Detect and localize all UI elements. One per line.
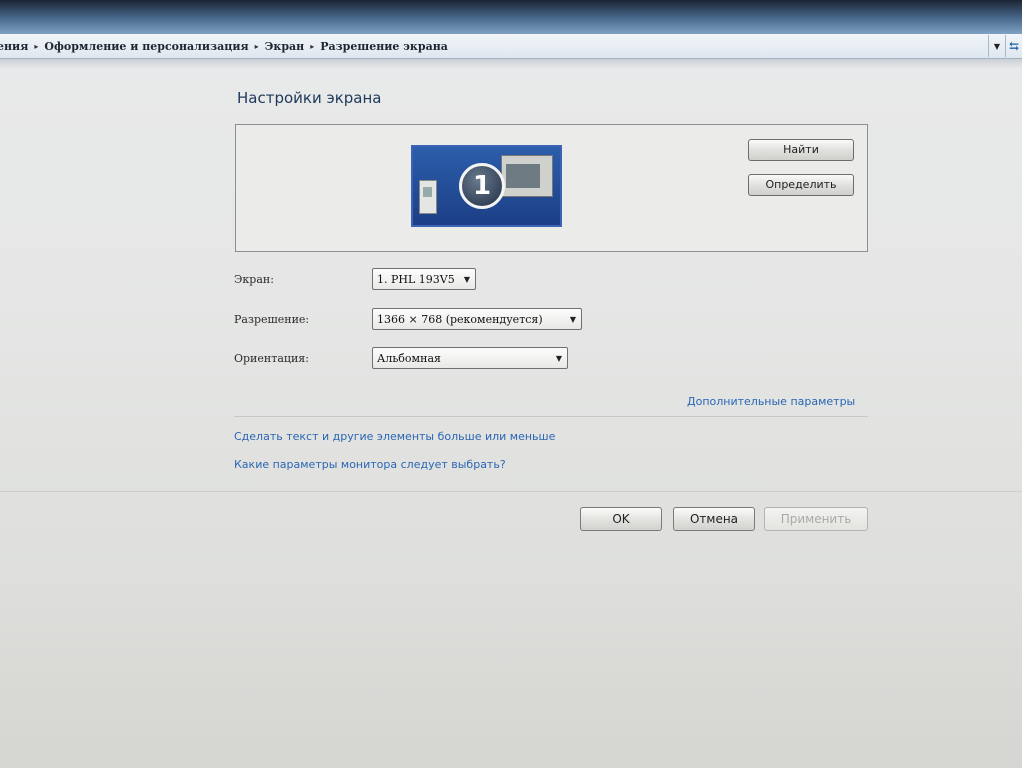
address-bar[interactable]: ения ▸ Оформление и персонализация ▸ Экр…: [0, 34, 1022, 59]
text-size-link[interactable]: Сделать текст и другие элементы больше и…: [234, 430, 555, 443]
chevron-down-icon: ▼: [569, 315, 576, 324]
breadcrumb-separator-icon[interactable]: ▸: [34, 41, 38, 51]
monitor-preview-panel: 1 Найти Определить: [235, 124, 868, 252]
breadcrumb-separator-icon[interactable]: ▸: [255, 41, 259, 51]
section-divider: [234, 416, 868, 417]
monitor-number-badge: 1: [459, 163, 505, 209]
breadcrumb-item[interactable]: Экран: [265, 40, 305, 53]
resolution-value: 1366 × 768 (рекомендуется): [377, 312, 543, 326]
apply-button[interactable]: Применить: [764, 507, 868, 531]
display-value: 1. PHL 193V5: [377, 272, 455, 286]
footer-divider: [0, 491, 1022, 492]
breadcrumb-item[interactable]: Оформление и персонализация: [44, 40, 248, 53]
breadcrumb: ения ▸ Оформление и персонализация ▸ Экр…: [0, 40, 448, 53]
page-title: Настройки экрана: [237, 89, 382, 107]
resolution-select[interactable]: 1366 × 768 (рекомендуется) ▼: [372, 308, 582, 330]
breadcrumb-separator-icon[interactable]: ▸: [310, 41, 314, 51]
advanced-settings-link[interactable]: Дополнительные параметры: [687, 395, 855, 408]
address-bar-shadow: [0, 59, 1022, 69]
cancel-button[interactable]: Отмена: [673, 507, 755, 531]
orientation-select[interactable]: Альбомная ▼: [372, 347, 568, 369]
find-button[interactable]: Найти: [748, 139, 854, 161]
breadcrumb-item[interactable]: Разрешение экрана: [320, 40, 448, 53]
identify-button[interactable]: Определить: [748, 174, 854, 196]
window-thumbnail-icon: [501, 155, 553, 197]
which-settings-link[interactable]: Какие параметры монитора следует выбрать…: [234, 458, 506, 471]
resolution-label: Разрешение:: [234, 313, 310, 326]
monitor-thumbnail[interactable]: 1: [411, 145, 562, 227]
orientation-label: Ориентация:: [234, 352, 309, 365]
ok-button[interactable]: OK: [580, 507, 662, 531]
window-thumbnail-icon: [419, 180, 437, 214]
display-select[interactable]: 1. PHL 193V5 ▼: [372, 268, 476, 290]
chevron-down-icon: ▼: [555, 354, 562, 363]
address-bar-controls: ▼ ⇆: [988, 34, 1022, 58]
breadcrumb-item[interactable]: ения: [0, 40, 28, 53]
orientation-value: Альбомная: [377, 351, 441, 365]
window-top-edge: [0, 0, 1022, 34]
refresh-icon[interactable]: ⇆: [1005, 35, 1022, 57]
chevron-down-icon[interactable]: ▼: [988, 35, 1005, 57]
chevron-down-icon: ▼: [463, 275, 470, 284]
display-label: Экран:: [234, 273, 274, 286]
